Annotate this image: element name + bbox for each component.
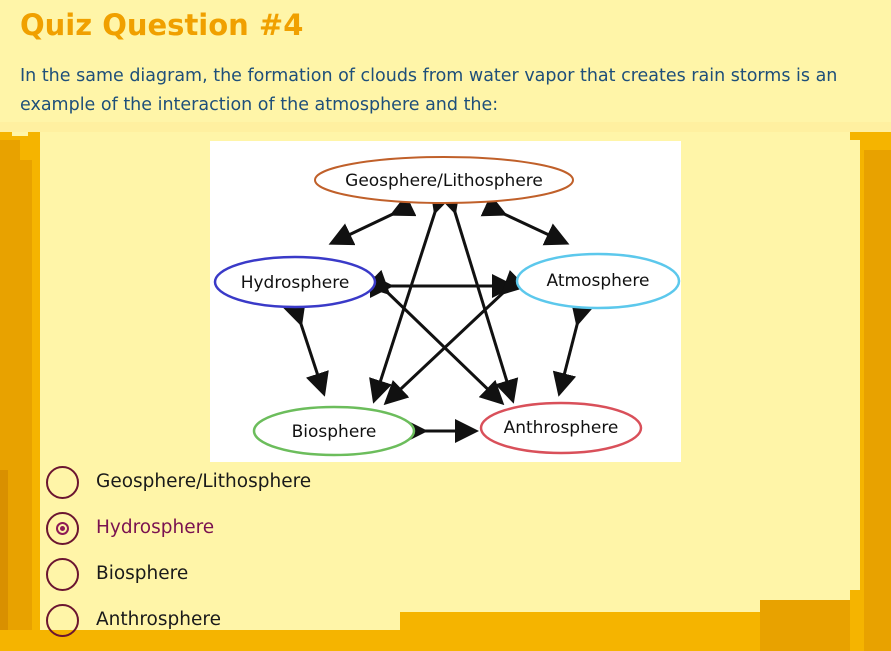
radio-button[interactable] <box>46 604 79 637</box>
node-anthrosphere-label: Anthrosphere <box>504 418 619 438</box>
option-anthrosphere[interactable]: Anthrosphere <box>46 604 466 642</box>
node-geosphere: Geosphere/Lithosphere <box>314 156 574 204</box>
radio-button-selected[interactable] <box>46 512 79 545</box>
option-label: Anthrosphere <box>96 609 221 630</box>
selected-indicator-icon <box>56 522 69 535</box>
node-hydrosphere-label: Hydrosphere <box>241 273 350 293</box>
radio-button[interactable] <box>46 466 79 499</box>
arrow-geosphere-anthrosphere <box>437 188 519 404</box>
earth-spheres-diagram: Geosphere/Lithosphere Hydrosphere Atmosp… <box>210 141 681 462</box>
node-biosphere-label: Biosphere <box>292 422 377 442</box>
node-geosphere-label: Geosphere/Lithosphere <box>345 171 543 191</box>
option-hydrosphere[interactable]: Hydrosphere <box>46 512 466 550</box>
option-biosphere[interactable]: Biosphere <box>46 558 466 596</box>
option-label: Hydrosphere <box>96 517 215 538</box>
node-atmosphere: Atmosphere <box>515 252 681 310</box>
node-biosphere: Biosphere <box>252 405 416 457</box>
option-label: Biosphere <box>96 563 189 584</box>
arrow-geosphere-biosphere <box>369 188 453 404</box>
arrow-geosphere-hydrosphere <box>328 194 417 246</box>
node-hydrosphere: Hydrosphere <box>213 255 377 309</box>
arrow-geosphere-atmosphere <box>480 194 570 246</box>
option-geosphere[interactable]: Geosphere/Lithosphere <box>46 466 466 504</box>
node-atmosphere-label: Atmosphere <box>547 271 650 291</box>
interaction-arrows <box>282 188 595 443</box>
option-label: Geosphere/Lithosphere <box>96 471 312 492</box>
quiz-title: Quiz Question #4 <box>20 8 304 42</box>
question-text: In the same diagram, the formation of cl… <box>20 66 838 115</box>
radio-button[interactable] <box>46 558 79 591</box>
arrow-hydrosphere-biosphere <box>282 300 329 397</box>
node-anthrosphere: Anthrosphere <box>479 401 643 455</box>
arrow-atmosphere-anthrosphere <box>552 300 595 397</box>
